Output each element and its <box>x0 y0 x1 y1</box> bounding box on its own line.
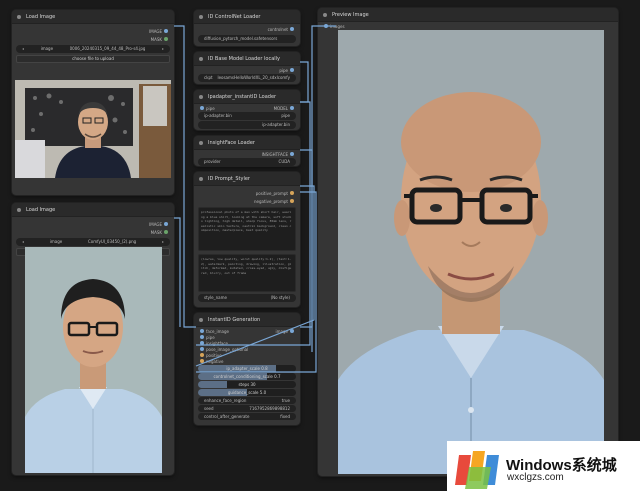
arrow-left-icon[interactable]: ◂ <box>22 238 24 246</box>
output-slot-dot[interactable] <box>164 230 168 234</box>
prompt-styler-node[interactable]: ID Prompt_Styler positive_prompt negativ… <box>194 172 300 307</box>
generated-image <box>338 30 604 474</box>
upload-button[interactable]: choose file to upload <box>16 55 170 63</box>
negative-prompt-textarea[interactable]: (lowres, low quality, worst quality:1.2)… <box>198 254 296 292</box>
collapse-dot-icon[interactable] <box>17 208 21 212</box>
slider-fill <box>198 381 228 388</box>
output-slot-dot[interactable] <box>290 27 294 31</box>
output-slot-dot[interactable] <box>164 37 168 41</box>
input-slot-dot[interactable] <box>200 329 204 333</box>
output-slot-dot[interactable] <box>290 329 294 333</box>
input-slot-dot[interactable] <box>200 359 204 363</box>
collapse-dot-icon[interactable] <box>199 95 203 99</box>
controlnet-loader-node[interactable]: ID ControlNet Loader controlnet diffusio… <box>194 10 300 46</box>
image-preview <box>15 80 171 178</box>
preview-image-node[interactable]: Preview Image images <box>318 8 618 476</box>
load-image-node-1[interactable]: Load Image IMAGE MASK ◂ image 0006_20240… <box>12 10 174 195</box>
slider-label: steps 30 <box>238 382 256 387</box>
collapse-dot-icon[interactable] <box>199 57 203 61</box>
control-after-generate-widget[interactable]: control_after_generate fixed <box>198 413 296 420</box>
collapse-dot-icon[interactable] <box>199 177 203 181</box>
insightface-loader-node[interactable]: InsightFace Loader INSIGHTFACE provider C… <box>194 136 300 166</box>
node-title[interactable]: InsightFace Loader <box>194 136 300 150</box>
collapse-dot-icon[interactable] <box>199 15 203 19</box>
collapse-dot-icon[interactable] <box>17 15 21 19</box>
positive-prompt-textarea[interactable]: professional photo of a man with short h… <box>198 207 296 251</box>
input-slot-dot[interactable] <box>200 347 204 351</box>
instantid-generation-node[interactable]: InstantID Generation face_image image pi… <box>194 313 300 425</box>
portrait-photo <box>25 247 162 473</box>
collapse-dot-icon[interactable] <box>199 318 203 322</box>
image-select-widget[interactable]: ◂ image ComfyUI_03450_(2).png ▸ <box>16 238 170 246</box>
node-title[interactable]: InstantID Generation <box>194 313 300 327</box>
node-title[interactable]: Load Image <box>12 10 174 24</box>
input-slot-dot[interactable] <box>200 341 204 345</box>
arrow-right-icon[interactable]: ▸ <box>162 45 164 53</box>
output-slot-dot[interactable] <box>290 106 294 110</box>
input-slot-dot[interactable] <box>200 353 204 357</box>
watermark-logo-icon <box>455 451 499 489</box>
slider-label: guidance_scale 5.0 <box>227 390 267 395</box>
output-slot-dot[interactable] <box>290 68 294 72</box>
webcam-photo <box>15 80 171 178</box>
generation-slider-3[interactable]: guidance_scale 5.0 <box>198 389 296 396</box>
node-title[interactable]: ID ControlNet Loader <box>194 10 300 24</box>
arrow-right-icon[interactable]: ▸ <box>162 238 164 246</box>
output-slot-dot[interactable] <box>290 199 294 203</box>
enhance-face-toggle[interactable]: enhance_face_region true <box>198 397 296 404</box>
base-model-loader-node[interactable]: ID Base Model Loader locally pipe ckpt le… <box>194 52 300 84</box>
input-slot-dot[interactable] <box>200 335 204 339</box>
output-label-image: IMAGE <box>149 221 162 227</box>
ipadapter-loader-node[interactable]: Ipadapter_instantID Loader pipe MODEL ip… <box>194 90 300 130</box>
output-label-mask: MASK <box>150 229 162 235</box>
arrow-left-icon[interactable]: ◂ <box>22 45 24 53</box>
output-slot-dot[interactable] <box>290 152 294 156</box>
generation-slider-1[interactable]: controlnet_conditioning_scale 0.7 <box>198 373 296 380</box>
slider-label: ip_adapter_scale 0.8 <box>226 366 268 371</box>
generation-slider-2[interactable]: steps 30 <box>198 381 296 388</box>
slider-label: controlnet_conditioning_scale 0.7 <box>213 374 281 379</box>
output-label-image: IMAGE <box>149 28 162 34</box>
ckpt-select-widget[interactable]: ckpt leosamsHelloWorldXL_20_sdxlcomfy <box>198 74 296 82</box>
node-title[interactable]: ID Prompt_Styler <box>194 172 300 186</box>
seed-widget[interactable]: seed 7167952869898812 <box>198 405 296 412</box>
watermark-subtitle: wxclgzs.com <box>507 472 564 483</box>
node-title[interactable]: Load Image <box>12 203 174 217</box>
load-image-node-2[interactable]: Load Image IMAGE MASK ◂ image ComfyUI_03… <box>12 203 174 475</box>
generation-slider-0[interactable]: ip_adapter_scale 0.8 <box>198 365 296 372</box>
image-select-widget[interactable]: ◂ image 0006_20240315_09_44_48_Pro-s4.jp… <box>16 45 170 53</box>
output-slot-dot[interactable] <box>290 191 294 195</box>
collapse-dot-icon[interactable] <box>199 141 203 145</box>
generated-portrait <box>338 30 604 474</box>
output-slot-dot[interactable] <box>164 29 168 33</box>
input-slot-dot[interactable] <box>324 24 328 28</box>
input-slot-dot[interactable] <box>200 106 204 110</box>
output-slot-dot[interactable] <box>164 222 168 226</box>
ipadapter-file-widget[interactable]: ip-adapter.bin <box>198 121 296 129</box>
image-preview <box>25 247 162 473</box>
node-title[interactable]: Preview Image <box>318 8 618 22</box>
node-title[interactable]: ID Base Model Loader locally <box>194 52 300 66</box>
collapse-dot-icon[interactable] <box>323 13 327 17</box>
provider-select-widget[interactable]: provider CUDA <box>198 158 296 166</box>
controlnet-select-widget[interactable]: diffusion_pytorch_model.safetensors <box>198 35 296 43</box>
node-title[interactable]: Ipadapter_instantID Loader <box>194 90 300 104</box>
output-label-mask: MASK <box>150 36 162 42</box>
ipadapter-select-widget[interactable]: ip-adapter.bin pipe <box>198 112 296 120</box>
style-select-widget[interactable]: style_name (No style) <box>198 294 296 302</box>
